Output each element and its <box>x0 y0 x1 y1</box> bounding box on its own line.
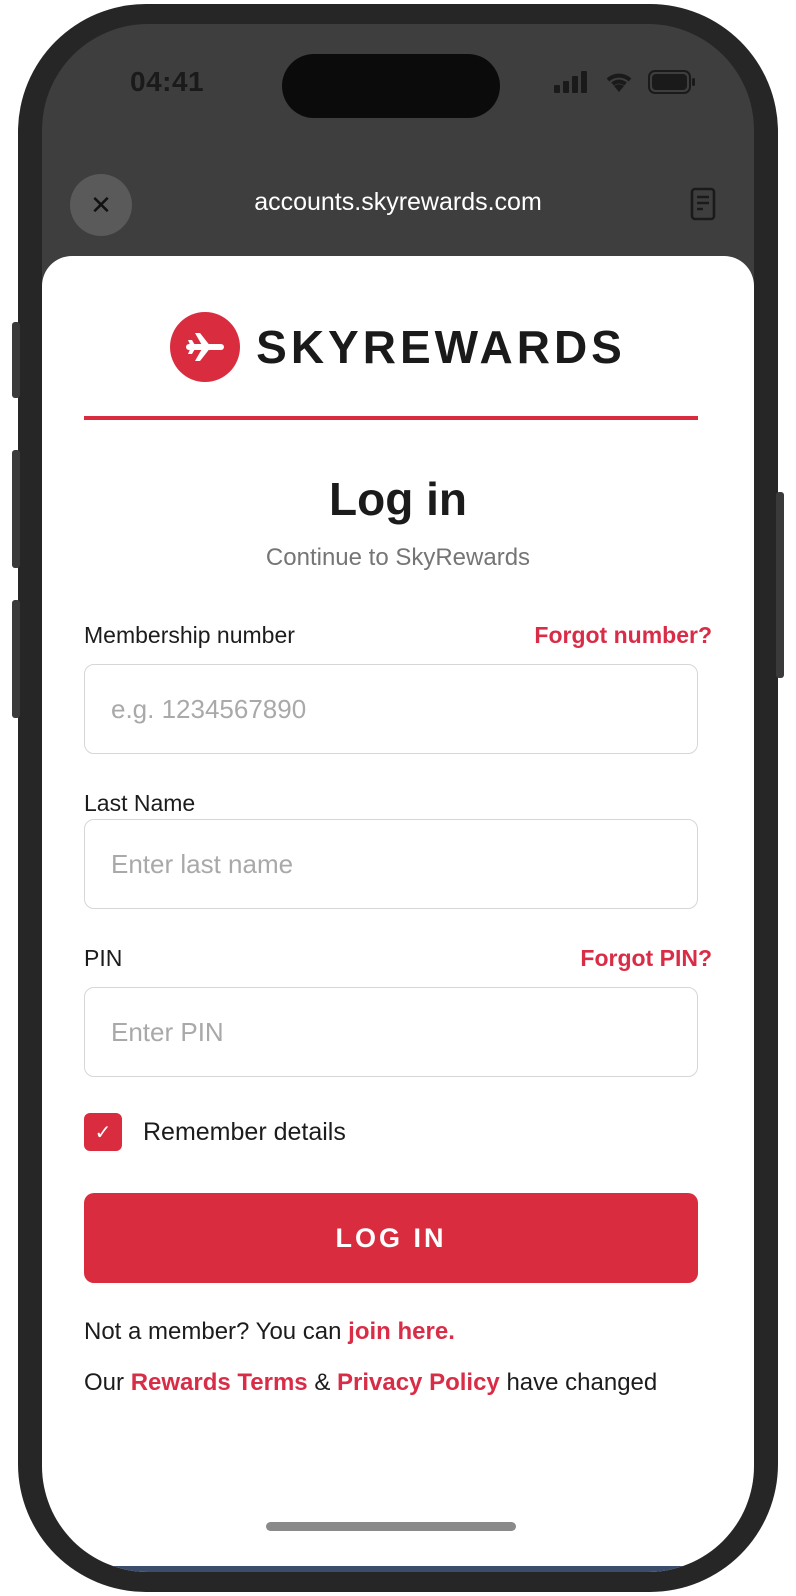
bottom-strip <box>106 1566 690 1572</box>
terms-prefix: Our <box>84 1369 131 1396</box>
screen: 04:41 ✕ accounts.skyrewards.com SKYREWAR… <box>42 24 754 1572</box>
battery-icon <box>648 70 695 94</box>
join-prefix: Not a member? You can <box>84 1318 349 1345</box>
signal-icon <box>554 71 587 93</box>
status-icons <box>554 70 696 94</box>
wifi-icon <box>606 73 632 92</box>
brand-name: SKYREWARDS <box>256 321 626 373</box>
dynamic-island <box>282 54 500 118</box>
terms-suffix: have changed <box>499 1369 658 1396</box>
volume-down-button <box>12 600 20 718</box>
forgot-number-link[interactable]: Forgot number? <box>534 622 712 649</box>
home-indicator <box>266 1522 516 1531</box>
terms-text: Our Rewards Terms & Privacy Policy have … <box>84 1369 657 1397</box>
status-time: 04:41 <box>130 66 205 97</box>
brand-logo: SKYREWARDS <box>42 312 754 382</box>
rewards-terms-link[interactable]: Rewards Terms <box>131 1369 308 1396</box>
membership-field-box <box>84 664 698 754</box>
privacy-policy-link[interactable]: Privacy Policy <box>337 1369 500 1396</box>
action-button <box>12 322 20 398</box>
login-button[interactable]: LOG IN <box>84 1193 698 1283</box>
last-name-field-box <box>84 819 698 909</box>
membership-label: Membership number <box>84 622 295 648</box>
reader-icon[interactable] <box>690 187 716 221</box>
phone-frame: 04:41 ✕ accounts.skyrewards.com SKYREWAR… <box>12 4 784 1592</box>
page-subtitle: Continue to SkyRewards <box>265 544 531 571</box>
url-text[interactable]: accounts.skyrewards.com <box>42 188 754 217</box>
airplane-icon <box>170 312 241 382</box>
remember-checkbox[interactable]: ✓ <box>84 1113 122 1151</box>
checkmark-icon: ✓ <box>94 1121 112 1144</box>
pin-input[interactable] <box>85 988 697 1076</box>
join-text: Not a member? You can join here. <box>84 1318 455 1346</box>
pin-field-box <box>84 987 698 1077</box>
remember-label[interactable]: Remember details <box>143 1118 346 1147</box>
volume-up-button <box>12 450 20 568</box>
last-name-label: Last Name <box>84 790 196 816</box>
last-name-input[interactable] <box>85 820 697 908</box>
header-divider <box>84 416 698 420</box>
pin-label: PIN <box>84 945 123 971</box>
forgot-pin-link[interactable]: Forgot PIN? <box>580 945 712 972</box>
login-sheet: SKYREWARDS Log in Continue to SkyRewards… <box>42 256 754 1572</box>
join-link[interactable]: join here. <box>348 1318 455 1345</box>
page-title: Log in <box>329 473 467 525</box>
terms-amp: & <box>307 1369 337 1396</box>
membership-input[interactable] <box>85 665 697 753</box>
power-button <box>776 492 784 678</box>
